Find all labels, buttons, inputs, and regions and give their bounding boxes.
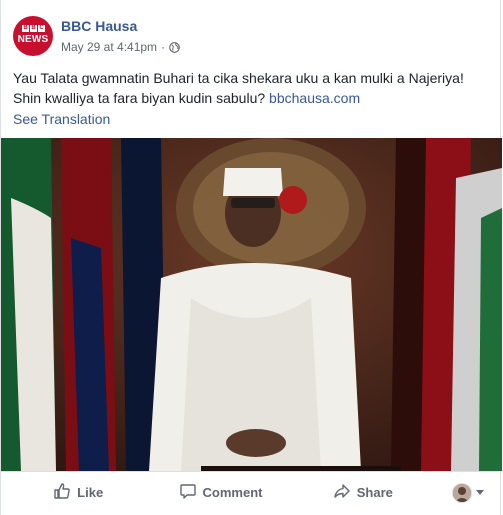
see-translation-link[interactable]: See Translation [13, 111, 110, 127]
comment-label: Comment [202, 485, 263, 500]
chevron-down-icon [475, 490, 484, 495]
post-link[interactable]: bbchausa.com [269, 90, 360, 106]
react-as-selector[interactable] [434, 482, 502, 503]
bbc-logo: B B C [22, 25, 45, 32]
share-icon [333, 482, 351, 503]
thumbs-up-icon [53, 482, 71, 503]
facebook-post: B B C NEWS BBC Hausa May 29 at 4:41pm · … [0, 0, 502, 515]
page-avatar[interactable]: B B C NEWS [13, 16, 53, 56]
post-actions-bar: Like Comment Share [1, 471, 502, 513]
news-logo-word: NEWS [17, 34, 49, 45]
share-button[interactable]: Share [292, 477, 434, 509]
post-photo[interactable] [1, 138, 502, 471]
comment-icon [179, 482, 197, 503]
bbc-logo-letter: B [22, 25, 29, 32]
bbc-logo-letter: C [38, 25, 45, 32]
meta-separator: · [161, 40, 166, 54]
post-meta: May 29 at 4:41pm · [61, 40, 180, 54]
like-button[interactable]: Like [7, 477, 149, 509]
page-name-link[interactable]: BBC Hausa [61, 18, 137, 34]
user-avatar [451, 482, 472, 503]
post-header: B B C NEWS BBC Hausa May 29 at 4:41pm · [13, 14, 488, 58]
share-label: Share [356, 485, 393, 500]
comment-button[interactable]: Comment [149, 477, 291, 509]
globe-icon[interactable] [169, 41, 180, 53]
bbc-logo-letter: B [30, 25, 37, 32]
post-text: Yau Talata gwamnatin Buhari ta cika shek… [13, 68, 491, 108]
post-timestamp[interactable]: May 29 at 4:41pm [61, 40, 157, 54]
post-message: Yau Talata gwamnatin Buhari ta cika shek… [13, 70, 464, 106]
like-label: Like [77, 485, 104, 500]
